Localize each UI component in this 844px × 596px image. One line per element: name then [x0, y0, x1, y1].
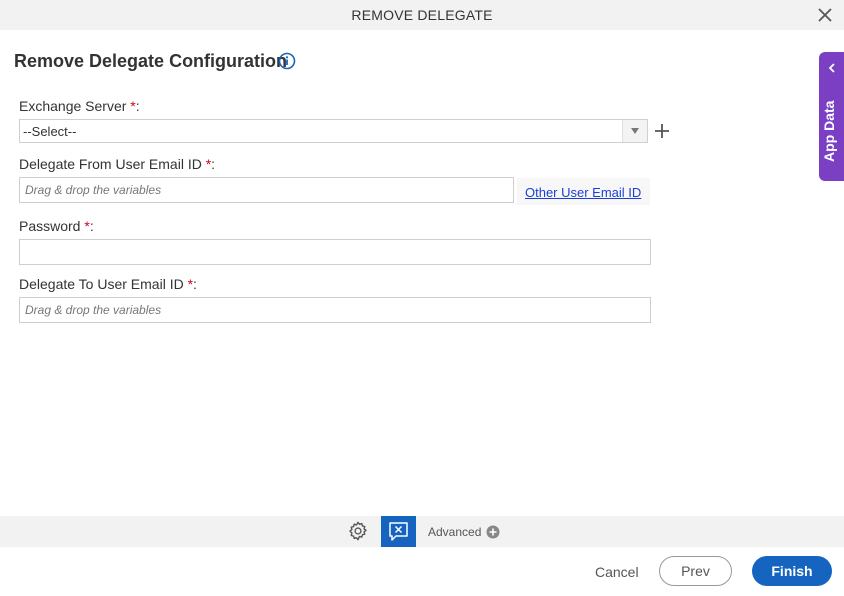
other-user-email-link-box: Other User Email ID — [517, 178, 650, 205]
app-data-panel-tab[interactable]: App Data — [819, 52, 844, 181]
chevron-down-icon — [631, 128, 639, 134]
prev-button[interactable]: Prev — [659, 556, 732, 586]
close-icon[interactable] — [816, 6, 834, 24]
add-circle-icon[interactable] — [486, 525, 500, 539]
exchange-server-select[interactable]: --Select-- — [19, 119, 648, 143]
chevron-left-icon — [828, 63, 835, 73]
cancel-button[interactable]: Cancel — [595, 564, 639, 580]
exchange-server-selected: --Select-- — [23, 124, 77, 139]
delegate-from-input[interactable] — [19, 177, 514, 203]
info-icon[interactable] — [278, 52, 296, 70]
app-data-label: App Data — [821, 100, 837, 162]
delegate-to-label: Delegate To User Email ID *: — [19, 276, 197, 292]
delegate-to-input[interactable] — [19, 297, 651, 323]
message-error-icon — [389, 522, 408, 541]
window-title: REMOVE DELEGATE — [351, 7, 493, 23]
finish-button[interactable]: Finish — [752, 556, 832, 586]
add-server-icon[interactable] — [654, 123, 670, 139]
delegate-from-label: Delegate From User Email ID *: — [19, 156, 216, 172]
advanced-label[interactable]: Advanced — [428, 525, 481, 539]
exchange-server-label: Exchange Server *: — [19, 98, 140, 114]
dropdown-arrow[interactable] — [622, 120, 647, 142]
gear-icon[interactable] — [347, 520, 369, 542]
validation-message-button[interactable] — [381, 516, 416, 547]
password-input[interactable] — [19, 239, 651, 265]
title-bar: REMOVE DELEGATE — [0, 0, 844, 30]
page-title: Remove Delegate Configuration — [14, 51, 288, 71]
bottom-toolbar — [0, 516, 844, 547]
other-user-email-link[interactable]: Other User Email ID — [525, 185, 641, 200]
password-label: Password *: — [19, 218, 94, 234]
